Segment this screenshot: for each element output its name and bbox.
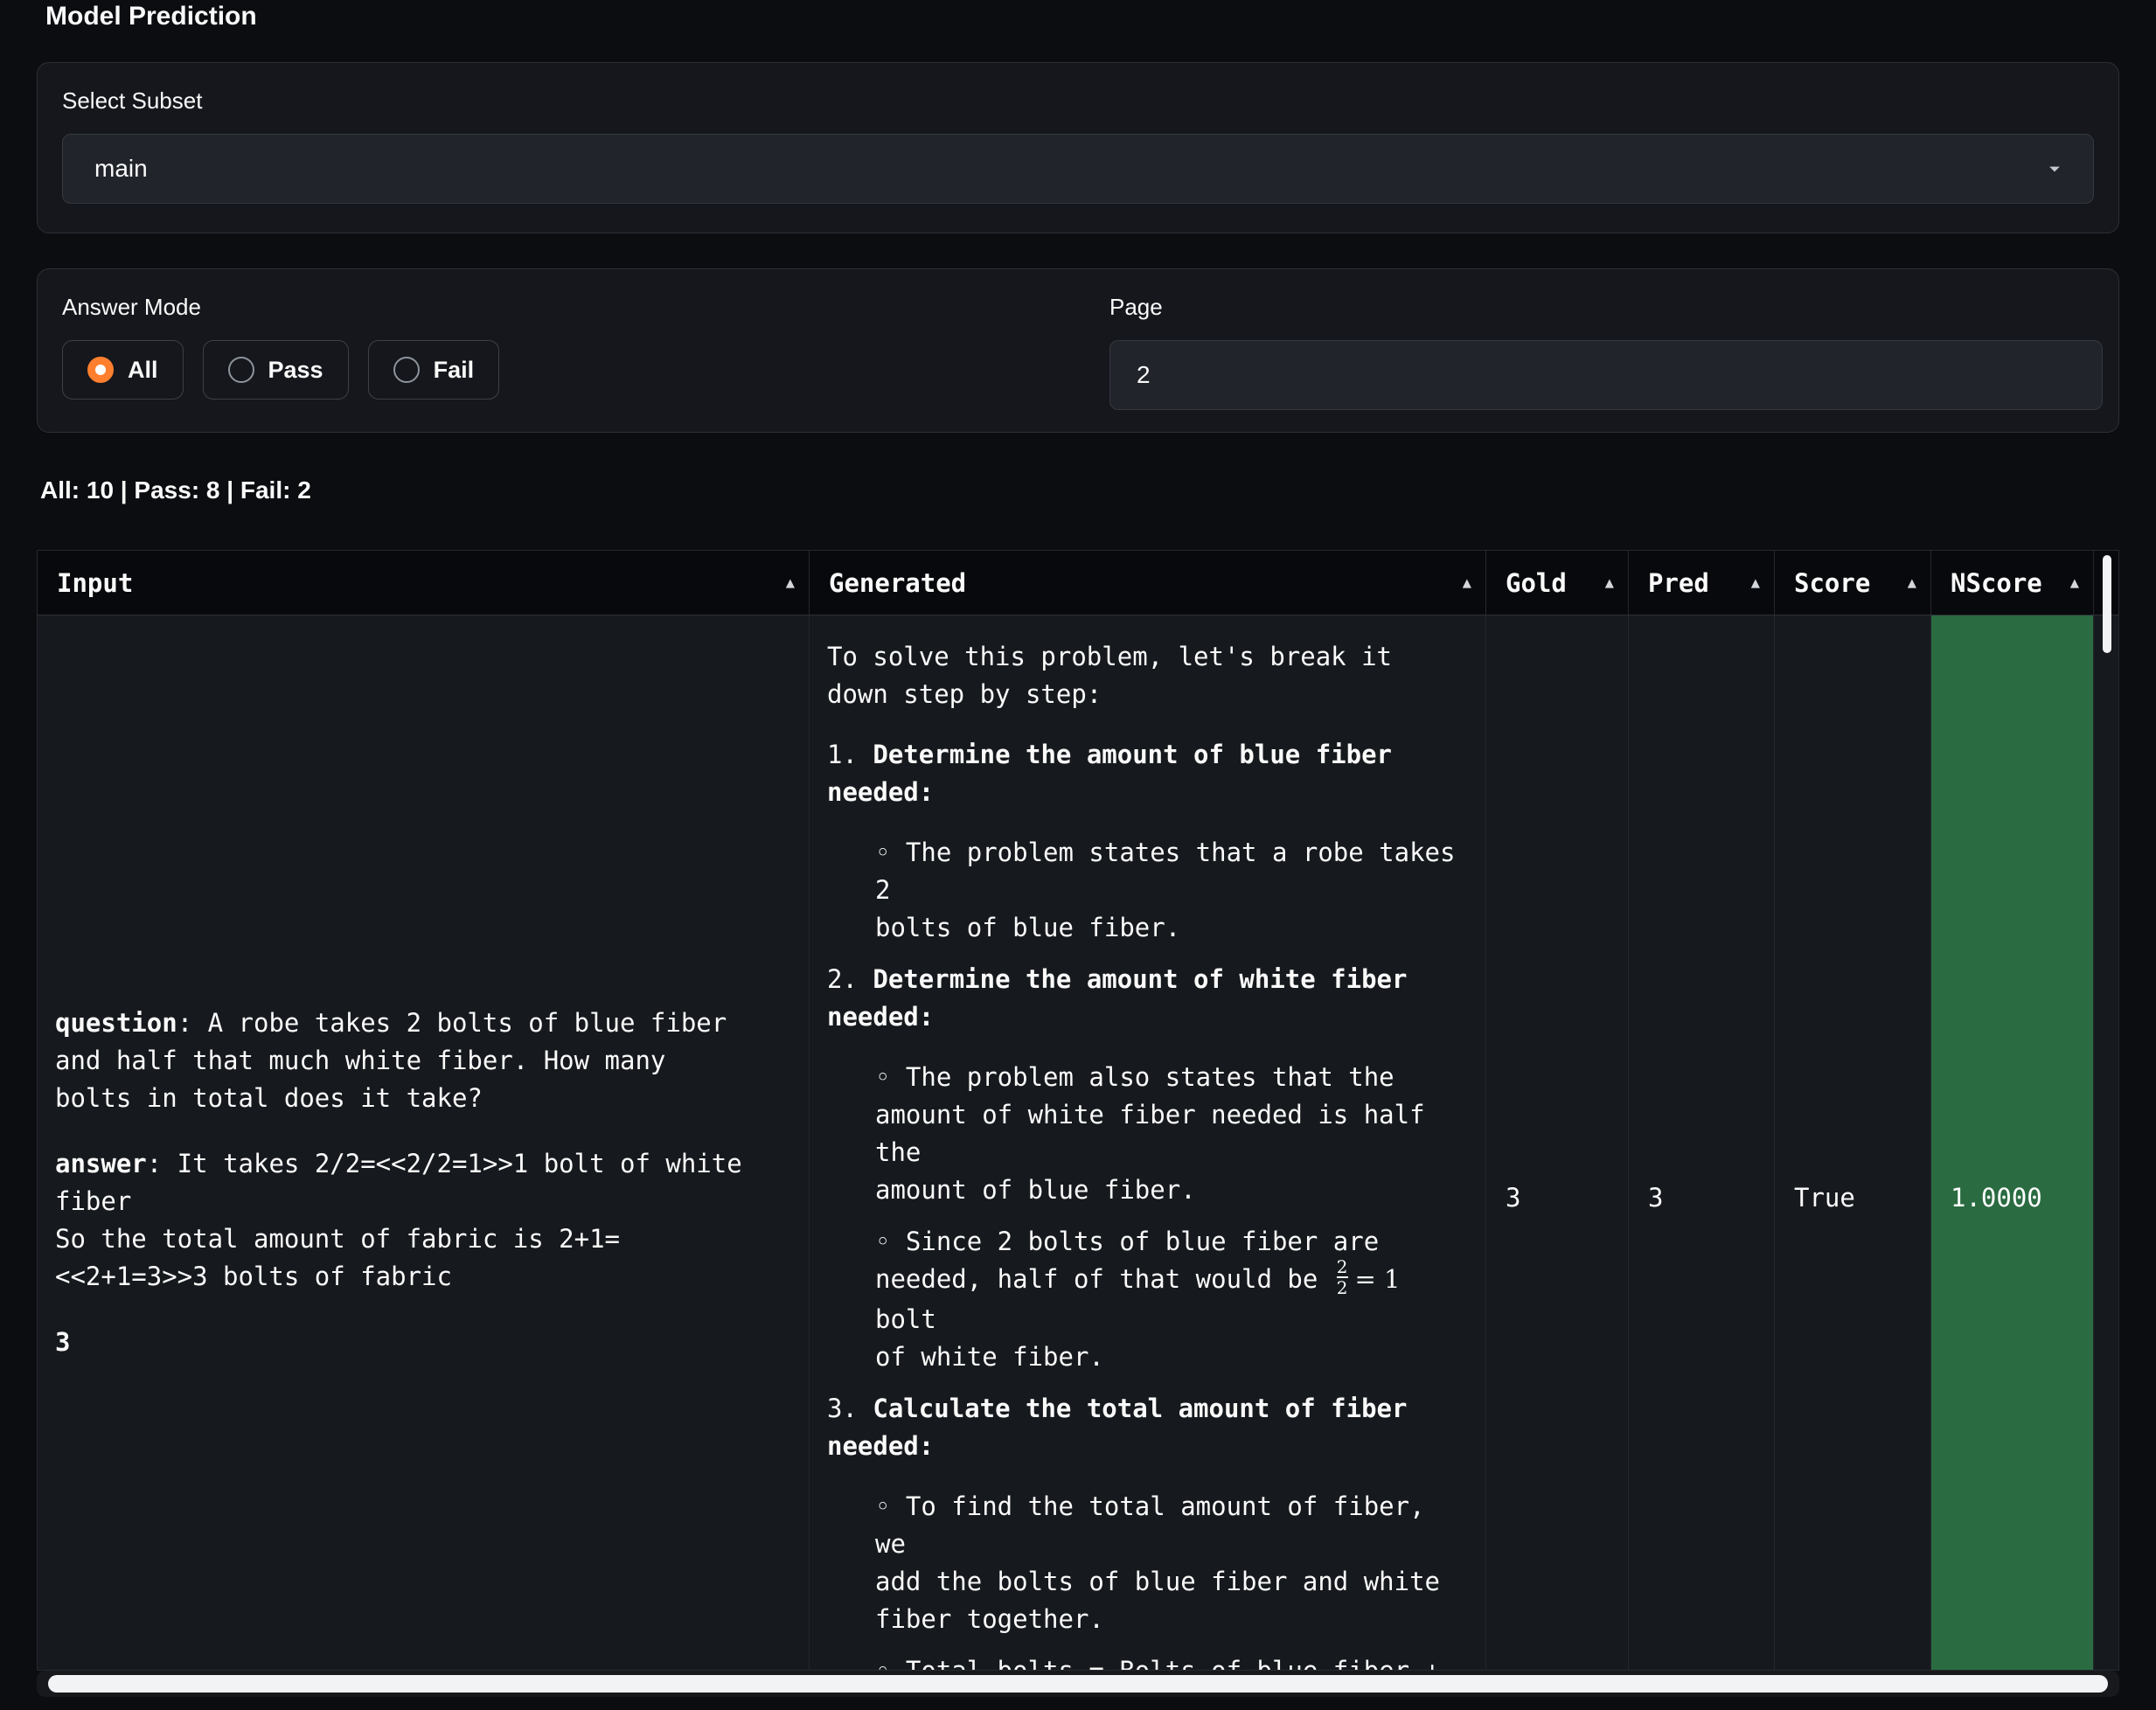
radio-icon [228, 357, 254, 383]
column-header-nscore[interactable]: NScore ▲ [1931, 551, 2094, 615]
math-expression: 22= 1 [1333, 1264, 1401, 1294]
generated-item-3: 3. Calculate the total amount of fiber n… [827, 1390, 1468, 1465]
generated-bullet: ◦ The problem also states that the amoun… [875, 1059, 1468, 1209]
page-input[interactable] [1109, 340, 2103, 410]
answer-block: answer: It takes 2/2=<<2/2=1>>1 bolt of … [55, 1145, 791, 1296]
answer-label: answer [55, 1149, 147, 1178]
gold-value: 3 [1506, 1183, 1520, 1213]
radio-icon [393, 357, 420, 383]
cell-generated: To solve this problem, let's break it do… [810, 615, 1486, 1670]
column-label: NScore [1951, 568, 2042, 598]
pred-value: 3 [1648, 1183, 1663, 1213]
sort-ascending-icon: ▲ [775, 574, 795, 592]
table-header: Input ▲ Generated ▲ Gold ▲ Pred ▲ Score … [38, 551, 2118, 615]
generated-bullet: ◦ Total bolts = Bolts of blue fiber + Bo… [875, 1652, 1468, 1670]
vertical-scrollbar-thumb[interactable] [2103, 555, 2111, 653]
radio-label: Pass [268, 357, 323, 384]
final-answer: 3 [55, 1324, 791, 1361]
item-title: Determine the amount of blue fiber neede… [827, 740, 1392, 807]
page-label: Page [1109, 294, 2103, 321]
column-label: Gold [1506, 568, 1567, 598]
answer-mode-option-fail[interactable]: Fail [368, 340, 500, 400]
column-header-score[interactable]: Score ▲ [1775, 551, 1931, 615]
question-label: question [55, 1008, 177, 1038]
answer-text: : It takes 2/2=<<2/2=1>>1 bolt of white … [55, 1149, 742, 1291]
nscore-value: 1.0000 [1951, 1183, 2042, 1213]
column-label: Pred [1648, 568, 1709, 598]
answer-mode-label: Answer Mode [62, 294, 1109, 321]
cell-nscore: 1.0000 [1931, 615, 2094, 1670]
sort-ascending-icon: ▲ [1452, 574, 1471, 592]
score-value: True [1794, 1183, 1855, 1213]
item-number: 3. [827, 1394, 873, 1423]
cell-score: True [1775, 615, 1931, 1670]
answer-mode-option-pass[interactable]: Pass [203, 340, 349, 400]
body-scroll-gutter [2094, 615, 2118, 1670]
column-header-pred[interactable]: Pred ▲ [1629, 551, 1775, 615]
item-title: Calculate the total amount of fiber need… [827, 1394, 1407, 1461]
answer-mode-group: Answer Mode All Pass Fail [62, 294, 1109, 410]
fraction-numerator: 2 [1337, 1257, 1348, 1276]
generated-bullet-with-fraction: ◦ Since 2 bolts of blue fiber are needed… [875, 1223, 1468, 1376]
answer-mode-option-all[interactable]: All [62, 340, 184, 400]
subset-dropdown[interactable]: main [62, 134, 2094, 204]
sort-ascending-icon: ▲ [1595, 574, 1614, 592]
column-label: Input [57, 568, 133, 598]
generated-bullet: ◦ The problem states that a robe takes 2… [875, 834, 1468, 947]
question-block: question: A robe takes 2 bolts of blue f… [55, 1004, 791, 1117]
table-body: question: A robe takes 2 bolts of blue f… [38, 615, 2118, 1670]
generated-item-1: 1. Determine the amount of blue fiber ne… [827, 736, 1468, 811]
fraction: 22 [1337, 1257, 1348, 1297]
chevron-down-icon [2042, 156, 2067, 181]
stats-text: All: 10 | Pass: 8 | Fail: 2 [40, 476, 311, 504]
results-table: Input ▲ Generated ▲ Gold ▲ Pred ▲ Score … [37, 550, 2119, 1671]
generated-intro: To solve this problem, let's break it do… [827, 638, 1468, 713]
fraction-equals: = 1 [1355, 1264, 1401, 1294]
item-number: 2. [827, 964, 873, 994]
sort-ascending-icon: ▲ [1741, 574, 1760, 592]
column-header-generated[interactable]: Generated ▲ [810, 551, 1486, 615]
generated-bullet: ◦ To find the total amount of fiber, we … [875, 1488, 1468, 1638]
cell-gold: 3 [1486, 615, 1629, 1670]
radio-label: All [128, 357, 158, 384]
cell-pred: 3 [1629, 615, 1775, 1670]
sort-ascending-icon: ▲ [1897, 574, 1916, 592]
bullet-text-pre: ◦ Since 2 bolts of blue fiber are needed… [875, 1227, 1379, 1294]
fraction-denominator: 2 [1337, 1276, 1348, 1297]
subset-selected-value: main [94, 155, 2042, 183]
subset-label: Select Subset [62, 87, 2094, 115]
cell-input: question: A robe takes 2 bolts of blue f… [38, 615, 810, 1670]
column-label: Score [1794, 568, 1870, 598]
select-subset-panel: Select Subset main [37, 62, 2119, 233]
sort-ascending-icon: ▲ [2060, 574, 2079, 592]
page-field-group: Page [1109, 294, 2103, 410]
column-header-input[interactable]: Input ▲ [38, 551, 810, 615]
item-title: Determine the amount of white fiber need… [827, 964, 1407, 1032]
column-label: Generated [829, 568, 966, 598]
item-number: 1. [827, 740, 873, 769]
radio-label: Fail [434, 357, 475, 384]
horizontal-scrollbar-thumb[interactable] [48, 1675, 2108, 1693]
column-header-gold[interactable]: Gold ▲ [1486, 551, 1629, 615]
horizontal-scrollbar[interactable] [37, 1671, 2119, 1697]
app-root: Model Prediction Select Subset main Answ… [0, 0, 2156, 1710]
generated-item-2: 2. Determine the amount of white fiber n… [827, 961, 1468, 1036]
controls-panel: Answer Mode All Pass Fail Page [37, 268, 2119, 433]
answer-mode-radio-group: All Pass Fail [62, 340, 1109, 400]
page-title: Model Prediction [45, 2, 257, 31]
radio-icon [87, 357, 114, 383]
